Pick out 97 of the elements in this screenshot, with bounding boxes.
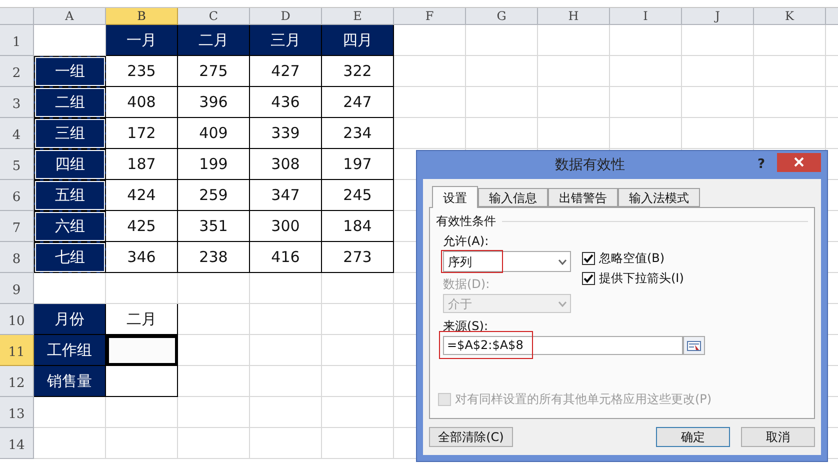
table-cell: 234: [322, 118, 394, 149]
column-header[interactable]: D: [250, 8, 322, 25]
table-cell: 425: [106, 211, 178, 242]
group-title: 有效性条件: [436, 213, 496, 230]
close-button[interactable]: [777, 152, 821, 172]
table-cell: 199: [178, 149, 250, 180]
table-cell: 238: [178, 242, 250, 273]
table-cell: 416: [250, 242, 322, 273]
table-cell: 二月: [106, 304, 178, 335]
column-header[interactable]: I: [610, 8, 682, 25]
table-cell: 322: [322, 56, 394, 87]
chevron-icon: [558, 258, 567, 264]
table-cell: 259: [178, 180, 250, 211]
row-header[interactable]: 1: [0, 25, 34, 56]
allow-label: 允许(A):: [443, 233, 490, 250]
checkbox-label: 提供下拉箭头(I): [599, 270, 684, 287]
row-header[interactable]: 5: [0, 149, 34, 180]
row-header[interactable]: 10: [0, 304, 34, 335]
header-cell: 五组: [34, 180, 106, 211]
row-header[interactable]: 3: [0, 87, 34, 118]
source-field[interactable]: =$A$2:$A$8: [443, 336, 683, 355]
table-cell: 409: [178, 118, 250, 149]
table-cell: 300: [250, 211, 322, 242]
header-cell: 一月: [106, 25, 178, 56]
header-cell: 七组: [34, 242, 106, 273]
dialog-tab[interactable]: 输入信息: [478, 188, 548, 207]
table-cell: 172: [106, 118, 178, 149]
header-cell: 二组: [34, 87, 106, 118]
column-header[interactable]: A: [34, 8, 106, 25]
table-cell: 275: [178, 56, 250, 87]
row-header[interactable]: 11: [0, 335, 34, 366]
column-header[interactable]: H: [538, 8, 610, 25]
table-cell: 247: [322, 87, 394, 118]
row-header[interactable]: 8: [0, 242, 34, 273]
header-cell: 三组: [34, 118, 106, 149]
header-cell: 三月: [250, 25, 322, 56]
table-cell: 427: [250, 56, 322, 87]
table-cell: 408: [106, 87, 178, 118]
checkbox[interactable]: [582, 252, 595, 264]
dialog-tab[interactable]: 设置: [432, 186, 478, 208]
header-cell: 月份: [34, 304, 106, 335]
table-cell: 346: [106, 242, 178, 273]
table-cell: 347: [250, 180, 322, 211]
table-cell: 436: [250, 87, 322, 118]
table-cell: 197: [322, 149, 394, 180]
table-cell: 273: [322, 242, 394, 273]
range-picker-icon: [687, 340, 701, 350]
close-icon: [794, 157, 804, 167]
apply-all-label: 对有同样设置的所有其他单元格应用这些更改(P): [455, 391, 712, 408]
table-cell: 187: [106, 149, 178, 180]
row-header[interactable]: 4: [0, 118, 34, 149]
highlight-frame: [441, 250, 503, 273]
table-cell: 396: [178, 87, 250, 118]
header-cell: 四组: [34, 149, 106, 180]
header-cell: 销售量: [34, 366, 106, 397]
table-cell: 308: [250, 149, 322, 180]
row-header[interactable]: 9: [0, 273, 34, 304]
row-header[interactable]: 13: [0, 397, 34, 428]
row-header[interactable]: 14: [0, 428, 34, 459]
column-header[interactable]: B: [106, 8, 178, 25]
column-header[interactable]: F: [394, 8, 466, 25]
select-all-corner[interactable]: [0, 8, 34, 25]
checkbox-label: 忽略空值(B): [599, 250, 665, 267]
dialog-button[interactable]: 全部清除(C): [429, 427, 513, 447]
dialog-button[interactable]: 取消: [741, 427, 815, 447]
allow-dropdown[interactable]: 序列: [443, 251, 571, 272]
column-header[interactable]: E: [322, 8, 394, 25]
row-header[interactable]: 7: [0, 211, 34, 242]
header-cell: 二月: [178, 25, 250, 56]
row-header[interactable]: 12: [0, 366, 34, 397]
table-cell: 424: [106, 180, 178, 211]
header-cell: 六组: [34, 211, 106, 242]
header-cell: 工作组: [34, 335, 106, 366]
chevron-icon: [558, 300, 567, 306]
header-cell: 一组: [34, 56, 106, 87]
table-cell: 245: [322, 180, 394, 211]
table-cell: 351: [178, 211, 250, 242]
help-button[interactable]: ?: [757, 155, 765, 175]
column-header[interactable]: J: [682, 8, 754, 25]
row-header[interactable]: 6: [0, 180, 34, 211]
dialog-tab[interactable]: 输入法模式: [618, 188, 700, 207]
row-header[interactable]: 2: [0, 56, 34, 87]
checkbox[interactable]: [582, 272, 595, 284]
data-label: 数据(D):: [443, 276, 491, 293]
table-cell: 235: [106, 56, 178, 87]
table-cell: 184: [322, 211, 394, 242]
header-cell: 四月: [322, 25, 394, 56]
dialog-button[interactable]: 确定: [656, 427, 730, 447]
column-header[interactable]: K: [754, 8, 826, 25]
dialog-title: 数据有效性: [554, 156, 626, 174]
column-header-strip: [826, 8, 838, 25]
source-label: 来源(S):: [443, 318, 490, 335]
column-header[interactable]: G: [466, 8, 538, 25]
dialog-tab[interactable]: 出错警告: [548, 188, 618, 207]
range-picker-button[interactable]: [683, 336, 705, 355]
column-header[interactable]: C: [178, 8, 250, 25]
table-cell: 339: [250, 118, 322, 149]
